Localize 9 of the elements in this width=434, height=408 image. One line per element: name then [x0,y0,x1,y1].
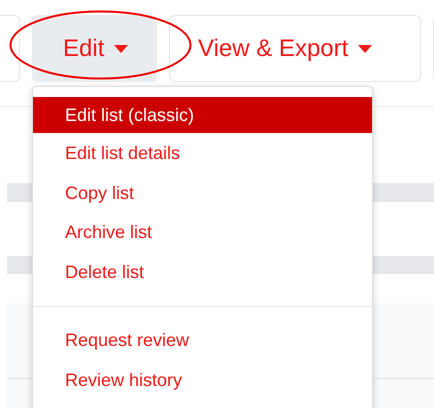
edit-dropdown-button[interactable]: Edit [32,15,157,82]
menu-item[interactable]: Edit list details [33,134,372,174]
menu-item[interactable]: Archive list [33,213,372,252]
menu-item[interactable]: Delete list [33,252,372,292]
menu-item[interactable]: Edit list (classic) [33,97,372,133]
dropdown-button[interactable]: View & Export [169,15,421,82]
menu-item[interactable]: Copy list [33,174,372,213]
menu-item[interactable]: Review history [33,360,372,400]
menu-item[interactable]: Request review [33,321,372,360]
